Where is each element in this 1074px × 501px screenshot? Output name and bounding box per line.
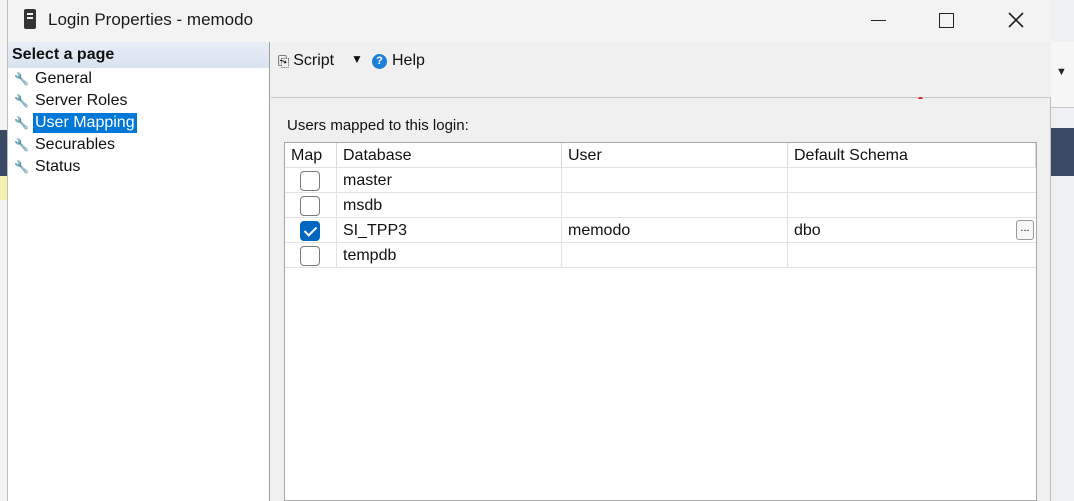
table-row[interactable]: SI_TPP3 memodo dbo ... [285, 218, 1036, 243]
close-button[interactable] [980, 0, 1052, 40]
help-button[interactable]: ? Help [372, 52, 425, 70]
map-cell [285, 168, 337, 193]
column-header-database[interactable]: Database [337, 143, 562, 168]
column-header-map[interactable]: Map [285, 143, 337, 168]
browse-schema-button[interactable]: ... [1016, 220, 1034, 240]
sidebar-item-status[interactable]: 🔧 Status [8, 156, 269, 178]
default-schema-value: dbo [794, 221, 821, 239]
sidebar-item-general[interactable]: 🔧 General [8, 68, 269, 90]
maximize-button[interactable] [910, 0, 982, 40]
user-cell[interactable] [562, 243, 788, 268]
default-schema-cell[interactable] [788, 243, 1036, 268]
user-cell[interactable] [562, 193, 788, 218]
wrench-icon: 🔧 [14, 160, 29, 174]
sidebar-item-label: User Mapping [33, 113, 137, 133]
user-cell[interactable] [562, 168, 788, 193]
map-cell [285, 218, 337, 243]
script-dropdown-button[interactable]: ▼ [351, 52, 363, 66]
wrench-icon: 🔧 [14, 138, 29, 152]
toolbar: ⎘ Script ▼ ? Help [271, 42, 1051, 98]
table-row[interactable]: msdb [285, 193, 1036, 218]
wrench-icon: 🔧 [14, 94, 29, 108]
select-page-header: Select a page [8, 42, 269, 68]
help-icon: ? [372, 53, 387, 69]
wrench-icon: 🔧 [14, 72, 29, 86]
sidebar-item-label: General [35, 70, 92, 87]
map-cell [285, 243, 337, 268]
sidebar-item-label: Server Roles [35, 92, 128, 109]
user-mapping-page: Users mapped to this login: Map Database… [271, 99, 1050, 501]
default-schema-cell[interactable] [788, 168, 1036, 193]
users-mapped-label: Users mapped to this login: [287, 117, 469, 134]
table-row[interactable]: tempdb [285, 243, 1036, 268]
script-label: Script [293, 52, 335, 69]
login-properties-dialog: Login Properties - memodo Select a page … [7, 0, 1051, 501]
map-checkbox[interactable] [300, 245, 320, 266]
column-header-default-schema[interactable]: Default Schema [788, 143, 1036, 168]
server-icon [24, 9, 36, 29]
sidebar-item-label: Status [35, 158, 81, 175]
chevron-down-icon: ▼ [351, 52, 363, 66]
default-schema-cell[interactable] [788, 193, 1036, 218]
user-mapping-grid[interactable]: Map Database User Default Schema master … [284, 142, 1037, 501]
title-bar[interactable]: Login Properties - memodo [8, 0, 1051, 42]
column-header-user[interactable]: User [562, 143, 788, 168]
database-cell: master [337, 168, 562, 193]
table-row[interactable]: master [285, 168, 1036, 193]
close-icon [1008, 12, 1024, 28]
database-cell: tempdb [337, 243, 562, 268]
map-checkbox-checked[interactable] [300, 220, 320, 241]
grid-header-row: Map Database User Default Schema [285, 143, 1036, 168]
sidebar-item-server-roles[interactable]: 🔧 Server Roles [8, 90, 269, 112]
map-checkbox[interactable] [300, 170, 320, 191]
database-cell: SI_TPP3 [337, 218, 562, 243]
select-page-panel: Select a page 🔧 General 🔧 Server Roles 🔧… [8, 42, 270, 501]
help-label: Help [392, 52, 425, 69]
user-cell[interactable]: memodo [562, 218, 788, 243]
map-checkbox[interactable] [300, 195, 320, 216]
minimize-button[interactable] [842, 0, 914, 40]
background-window-strip: ▼ [1051, 0, 1074, 501]
wrench-icon: 🔧 [14, 116, 29, 130]
default-schema-cell[interactable]: dbo ... [788, 218, 1036, 243]
sidebar-item-securables[interactable]: 🔧 Securables [8, 134, 269, 156]
map-cell [285, 193, 337, 218]
dropdown-arrow-icon[interactable]: ▼ [1056, 66, 1067, 78]
database-cell: msdb [337, 193, 562, 218]
script-icon: ⎘ [278, 52, 290, 69]
sidebar-item-user-mapping[interactable]: 🔧 User Mapping [8, 112, 269, 134]
script-button[interactable]: ⎘ Script [278, 52, 334, 70]
window-title: Login Properties - memodo [48, 10, 254, 29]
sidebar-item-label: Securables [35, 136, 116, 153]
